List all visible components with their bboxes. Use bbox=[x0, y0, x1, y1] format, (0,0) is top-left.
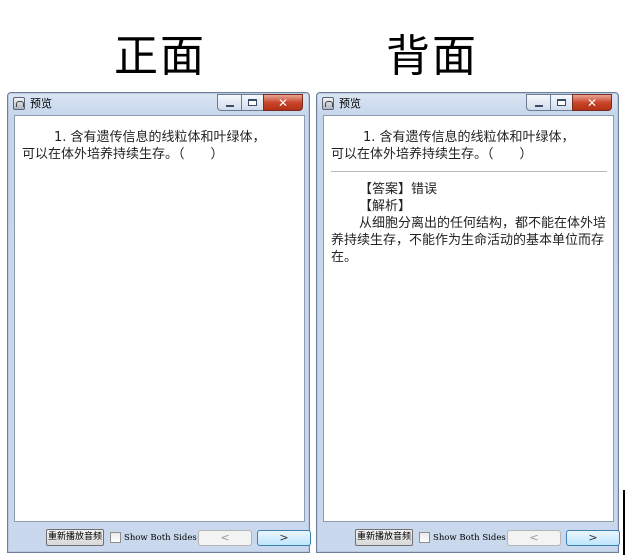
minimize-icon bbox=[225, 104, 234, 107]
question-line-2: 可以在体外培养持续生存。（ ） bbox=[22, 147, 224, 162]
title-bar[interactable]: 预览 ✕ bbox=[8, 93, 309, 115]
show-both-sides-checkbox[interactable] bbox=[110, 532, 121, 543]
back-side-heading: 背面 bbox=[386, 31, 478, 82]
title-bar[interactable]: 预览 ✕ bbox=[317, 93, 618, 115]
footer-bar: 重新播放音频 Show Both Sides < > bbox=[14, 527, 311, 547]
window-title: 预览 bbox=[339, 97, 361, 110]
app-icon bbox=[13, 97, 25, 110]
maximize-icon bbox=[248, 99, 257, 106]
minimize-button[interactable] bbox=[217, 94, 241, 111]
show-both-sides-label: Show Both Sides bbox=[433, 532, 506, 543]
maximize-icon bbox=[557, 99, 566, 106]
replay-audio-button[interactable]: 重新播放音频 bbox=[355, 529, 413, 546]
previous-button[interactable]: < bbox=[507, 530, 561, 546]
caption-buttons: ✕ bbox=[526, 94, 612, 111]
caption-buttons: ✕ bbox=[217, 94, 303, 111]
answer-divider bbox=[331, 171, 607, 172]
close-icon: ✕ bbox=[586, 95, 598, 110]
question-line-2: 可以在体外培养持续生存。（ ） bbox=[331, 147, 533, 162]
replay-audio-button[interactable]: 重新播放音频 bbox=[46, 529, 104, 546]
analysis-text: 从细胞分离出的任何结构，都不能在体外培养持续生存，不能作为生命活动的基本单位而存… bbox=[331, 216, 607, 265]
answer-text: 【答案】错误 【解析】 从细胞分离出的任何结构，都不能在体外培养持续生存，不能作… bbox=[331, 181, 611, 266]
show-both-sides-checkbox[interactable] bbox=[419, 532, 430, 543]
card-content-area: 1. 含有遗传信息的线粒体和叶绿体， 可以在体外培养持续生存。（ ） bbox=[14, 115, 305, 522]
window-title: 预览 bbox=[30, 97, 52, 110]
edge-line bbox=[623, 490, 625, 555]
question-text: 1. 含有遗传信息的线粒体和叶绿体， 可以在体外培养持续生存。（ ） bbox=[331, 129, 611, 163]
show-both-sides-label: Show Both Sides bbox=[124, 532, 197, 543]
card-content-area: 1. 含有遗传信息的线粒体和叶绿体， 可以在体外培养持续生存。（ ） 【答案】错… bbox=[323, 115, 614, 522]
close-icon: ✕ bbox=[277, 95, 289, 110]
preview-window-back: 预览 ✕ 1. 含有遗传信息的线粒体和叶绿体， 可以在体外培养持续生存。（ ） … bbox=[316, 92, 620, 553]
maximize-button[interactable] bbox=[550, 94, 572, 111]
next-button[interactable]: > bbox=[257, 530, 311, 546]
maximize-button[interactable] bbox=[241, 94, 263, 111]
question-line-1: 1. 含有遗传信息的线粒体和叶绿体， bbox=[54, 130, 266, 145]
minimize-button[interactable] bbox=[526, 94, 550, 111]
front-side-heading: 正面 bbox=[114, 31, 206, 82]
preview-window-front: 预览 ✕ 1. 含有遗传信息的线粒体和叶绿体， 可以在体外培养持续生存。（ ） … bbox=[7, 92, 311, 553]
close-button[interactable]: ✕ bbox=[572, 94, 612, 111]
question-text: 1. 含有遗传信息的线粒体和叶绿体， 可以在体外培养持续生存。（ ） bbox=[22, 129, 302, 163]
answer-label: 【答案】错误 bbox=[359, 182, 438, 197]
show-both-sides-toggle[interactable]: Show Both Sides bbox=[110, 530, 197, 545]
show-both-sides-toggle[interactable]: Show Both Sides bbox=[419, 530, 506, 545]
app-icon bbox=[322, 97, 334, 110]
next-button[interactable]: > bbox=[566, 530, 620, 546]
close-button[interactable]: ✕ bbox=[263, 94, 303, 111]
previous-button[interactable]: < bbox=[198, 530, 252, 546]
analysis-label: 【解析】 bbox=[359, 199, 412, 214]
footer-bar: 重新播放音频 Show Both Sides < > bbox=[323, 527, 620, 547]
question-line-1: 1. 含有遗传信息的线粒体和叶绿体， bbox=[363, 130, 575, 145]
minimize-icon bbox=[534, 104, 543, 107]
